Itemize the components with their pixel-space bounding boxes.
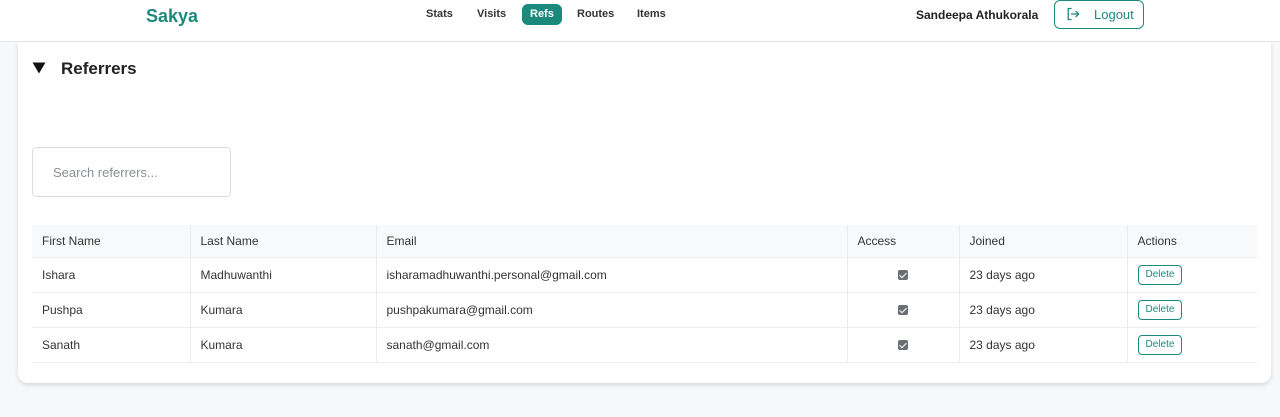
cell-last-name: Kumara xyxy=(190,326,377,363)
logout-label: Logout xyxy=(1094,7,1134,22)
top-navbar: Sakya Stats Visits Refs Routes Items San… xyxy=(0,0,1280,42)
user-name: Sandeepa Athukorala xyxy=(916,8,1039,22)
nav-item-visits[interactable]: Visits xyxy=(469,4,514,25)
cell-joined: 23 days ago xyxy=(959,326,1128,363)
delete-button[interactable]: Delete xyxy=(1137,334,1183,355)
nav-item-refs[interactable]: Refs xyxy=(522,4,562,25)
access-checkbox[interactable] xyxy=(898,270,908,281)
caret-down-icon[interactable] xyxy=(32,61,46,75)
column-header-access[interactable]: Access xyxy=(847,225,960,257)
column-header-email[interactable]: Email xyxy=(376,225,848,257)
cell-first-name: Sanath xyxy=(32,326,191,363)
cell-first-name: Pushpa xyxy=(32,291,191,327)
cell-access xyxy=(847,291,960,327)
cell-access xyxy=(847,326,960,363)
cell-actions: Delete xyxy=(1127,256,1257,292)
access-checkbox[interactable] xyxy=(898,340,908,351)
nav-item-items[interactable]: Items xyxy=(629,4,674,25)
cell-actions: Delete xyxy=(1127,291,1257,327)
referrers-card: Referrers First Name Last Name Email Acc… xyxy=(18,42,1271,383)
access-checkbox[interactable] xyxy=(898,305,908,316)
cell-joined: 23 days ago xyxy=(959,291,1128,327)
cell-last-name: Kumara xyxy=(190,291,377,327)
column-header-first-name[interactable]: First Name xyxy=(32,225,191,257)
delete-button[interactable]: Delete xyxy=(1137,264,1183,285)
brand-logo[interactable]: Sakya xyxy=(146,6,198,27)
referrers-table: First Name Last Name Email Access Joined… xyxy=(32,225,1257,363)
cell-email: pushpakumara@gmail.com xyxy=(376,291,848,327)
cell-actions: Delete xyxy=(1127,326,1257,363)
cell-first-name: Ishara xyxy=(32,256,191,292)
section-title[interactable]: Referrers xyxy=(61,59,137,79)
cell-last-name: Madhuwanthi xyxy=(190,256,377,292)
nav-item-stats[interactable]: Stats xyxy=(418,4,461,25)
logout-icon xyxy=(1067,7,1080,21)
logout-button[interactable]: Logout xyxy=(1054,0,1144,29)
column-header-actions: Actions xyxy=(1127,225,1257,257)
nav-item-routes[interactable]: Routes xyxy=(569,4,622,25)
table-row: Ishara Madhuwanthi isharamadhuwanthi.per… xyxy=(32,256,1257,292)
column-header-joined[interactable]: Joined xyxy=(959,225,1128,257)
cell-email: isharamadhuwanthi.personal@gmail.com xyxy=(376,256,848,292)
column-header-last-name[interactable]: Last Name xyxy=(190,225,377,257)
cell-email: sanath@gmail.com xyxy=(376,326,848,363)
table-row: Sanath Kumara sanath@gmail.com 23 days a… xyxy=(32,326,1257,363)
table-row: Pushpa Kumara pushpakumara@gmail.com 23 … xyxy=(32,291,1257,327)
delete-button[interactable]: Delete xyxy=(1137,299,1183,320)
cell-joined: 23 days ago xyxy=(959,256,1128,292)
cell-access xyxy=(847,256,960,292)
table-header-row: First Name Last Name Email Access Joined… xyxy=(32,225,1257,257)
search-input[interactable] xyxy=(32,147,231,197)
